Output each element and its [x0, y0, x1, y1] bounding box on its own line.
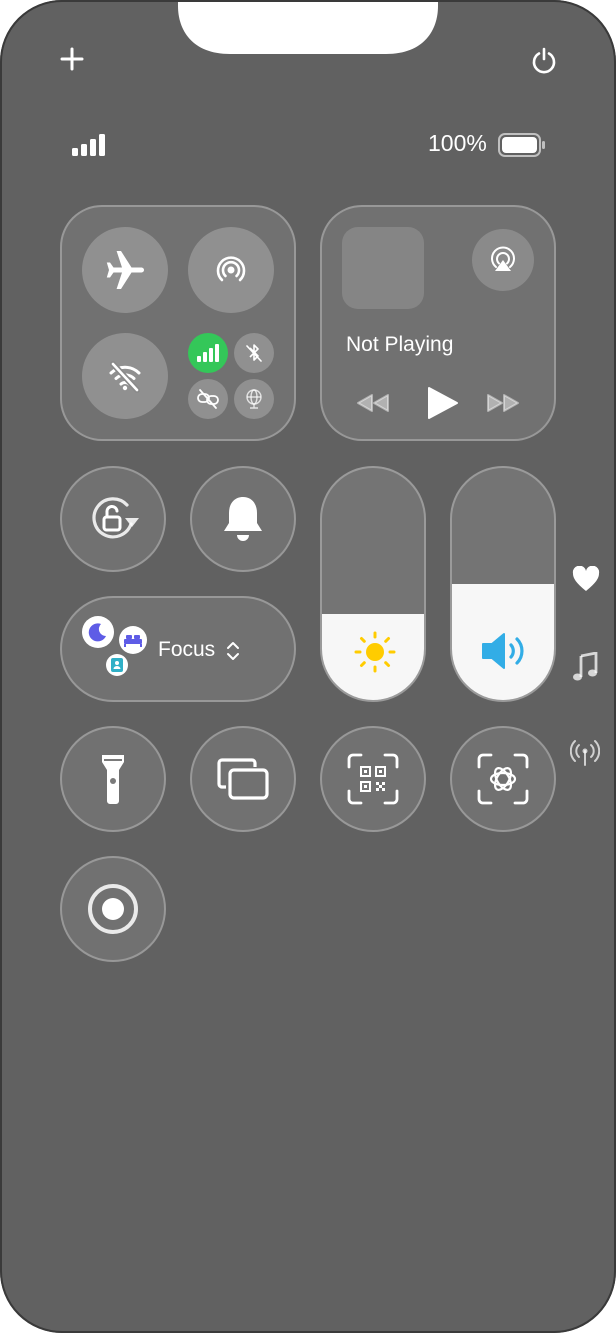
orientation-lock-button[interactable] — [60, 466, 166, 572]
vpn-button[interactable] — [188, 379, 228, 419]
focus-bed-icon — [119, 626, 147, 654]
brightness-icon — [354, 631, 396, 673]
focus-sleep-icon — [82, 616, 114, 648]
qr-code-scanner-icon — [347, 753, 399, 805]
flashlight-icon — [102, 755, 124, 804]
person-badge-icon — [111, 658, 123, 672]
globe-icon — [246, 389, 262, 409]
rewind-icon[interactable] — [354, 391, 390, 415]
brightness-slider[interactable] — [320, 466, 426, 702]
play-icon[interactable] — [424, 385, 460, 421]
add-control-button[interactable] — [58, 45, 86, 73]
cellular-data-button[interactable] — [188, 333, 228, 373]
power-button[interactable] — [530, 46, 558, 74]
wifi-button[interactable] — [82, 333, 168, 419]
recognize-music-button[interactable] — [450, 726, 556, 832]
airplane-icon — [106, 251, 144, 289]
link-off-icon — [197, 389, 219, 409]
rotation-lock-icon — [92, 497, 139, 539]
airplay-button[interactable] — [472, 229, 534, 291]
bed-icon — [124, 635, 142, 647]
bluetooth-button[interactable] — [234, 333, 274, 373]
heart-icon[interactable] — [572, 566, 600, 592]
hotspot-button[interactable] — [234, 379, 274, 419]
volume-slider[interactable] — [450, 466, 556, 702]
focus-personal-icon — [106, 654, 128, 676]
airplay-audio-icon — [491, 246, 515, 271]
battery-icon — [498, 133, 545, 157]
album-art-placeholder — [342, 227, 424, 309]
music-note-icon[interactable] — [572, 652, 598, 682]
screen-recording-button[interactable] — [60, 856, 166, 962]
airplane-mode-button[interactable] — [82, 227, 168, 313]
wifi-off-icon — [109, 361, 141, 393]
plus-icon — [60, 47, 84, 71]
screen-mirroring-icon — [217, 758, 269, 800]
power-icon — [532, 47, 556, 74]
flashlight-button[interactable] — [60, 726, 166, 832]
bell-icon — [224, 497, 262, 541]
record-icon — [88, 884, 138, 934]
connectivity-panel — [60, 205, 296, 441]
moon-icon — [88, 623, 106, 642]
focus-label: Focus — [158, 638, 216, 661]
chevron-up-down-icon — [227, 642, 239, 660]
now-playing-title: Not Playing — [346, 333, 454, 356]
airdrop-icon — [216, 256, 246, 282]
cellular-signal-icon — [72, 134, 105, 156]
ring-silent-button[interactable] — [190, 466, 296, 572]
speaker-icon — [482, 633, 524, 669]
recognition-scan-icon — [477, 753, 529, 805]
cellular-data-icon — [197, 344, 219, 362]
bluetooth-off-icon — [246, 344, 262, 362]
now-playing-panel[interactable]: Not Playing — [320, 205, 556, 441]
fast-forward-icon[interactable] — [486, 391, 522, 415]
battery-percentage: 100% — [428, 130, 487, 156]
antenna-icon[interactable] — [570, 739, 600, 767]
code-scanner-button[interactable] — [320, 726, 426, 832]
focus-button[interactable]: Focus — [60, 596, 296, 702]
airdrop-button[interactable] — [188, 227, 274, 313]
screen-mirroring-button[interactable] — [190, 726, 296, 832]
